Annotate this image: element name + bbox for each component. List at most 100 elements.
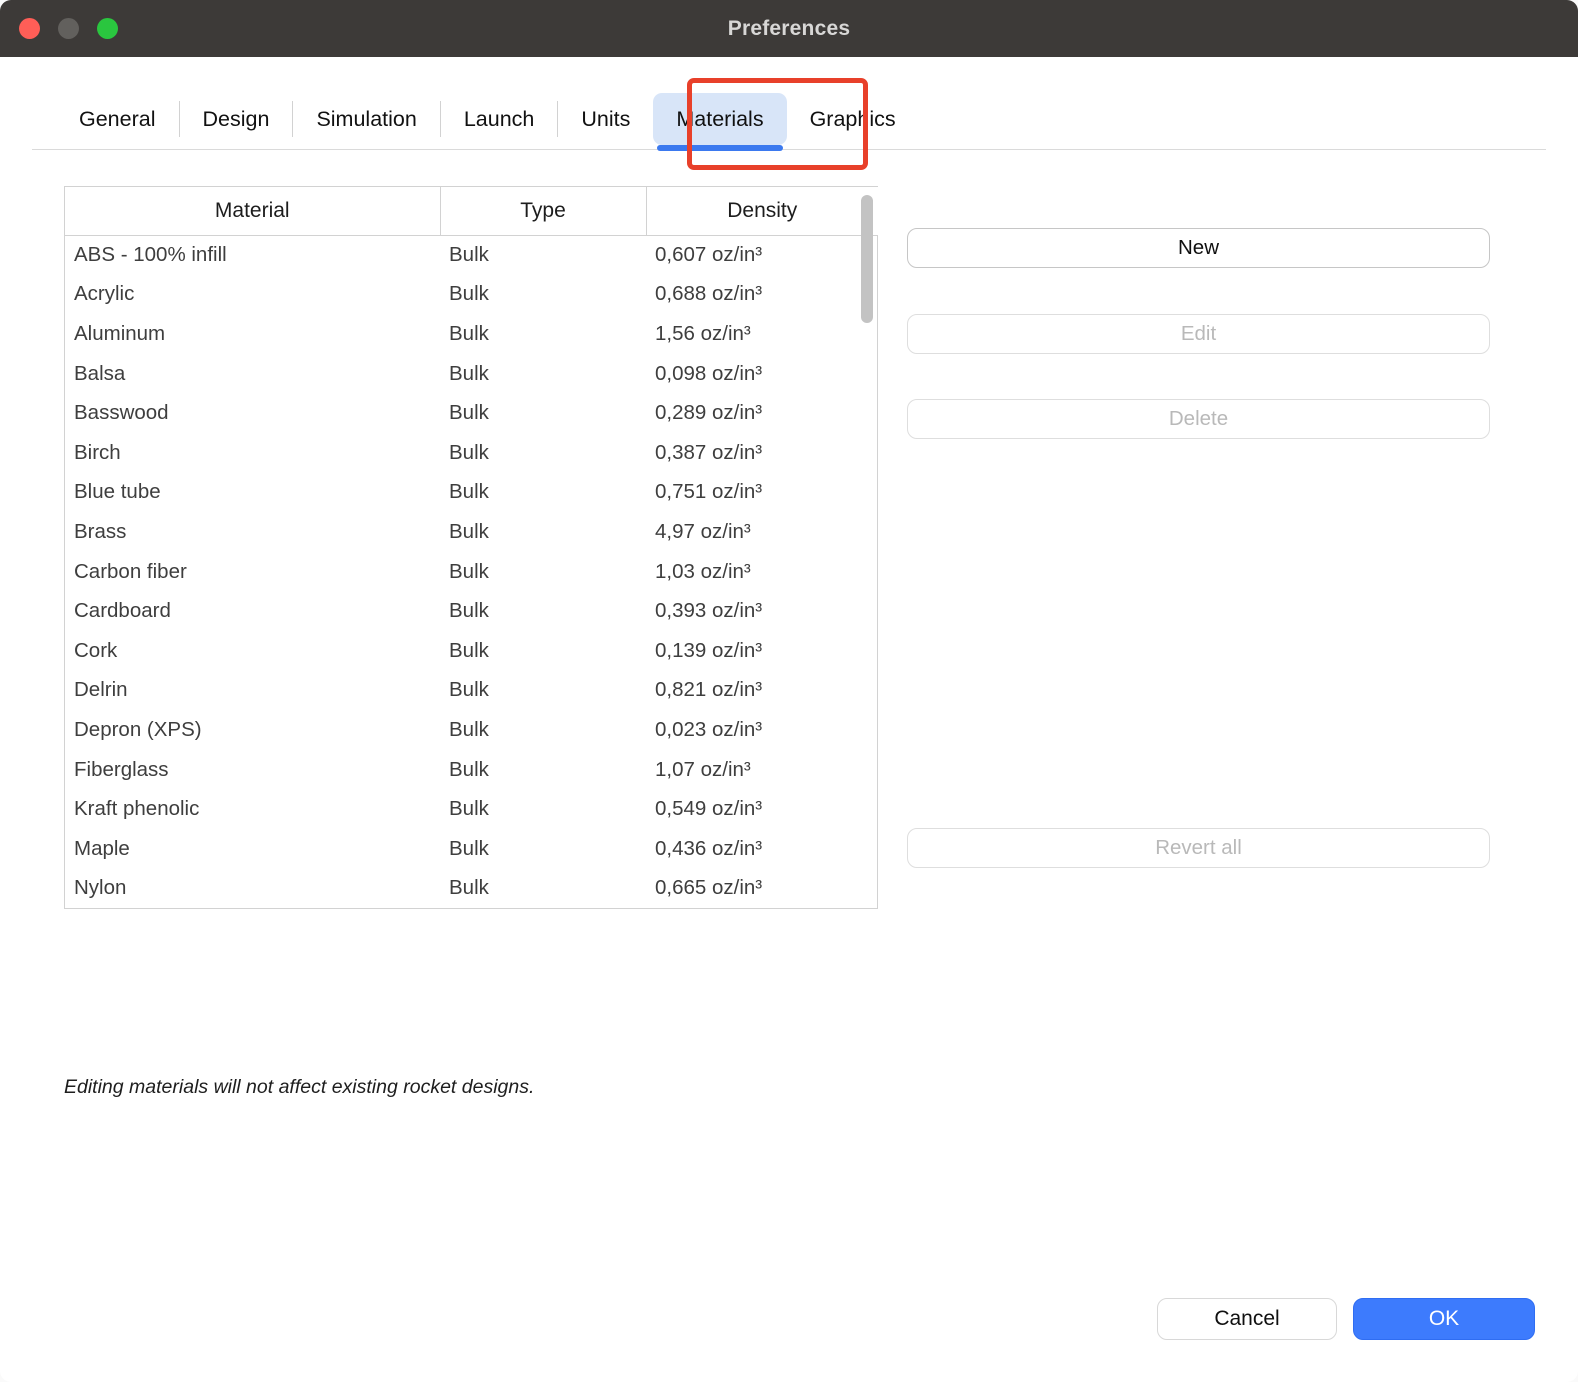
material-cell: Balsa [65,354,440,394]
table-row[interactable]: MapleBulk0,436 oz/in³ [65,829,878,869]
table-row[interactable]: Kraft phenolicBulk0,549 oz/in³ [65,789,878,829]
table-row[interactable]: ABS - 100% infillBulk0,607 oz/in³ [65,235,878,275]
density-cell: 4,97 oz/in³ [646,512,878,552]
density-cell: 1,07 oz/in³ [646,750,878,790]
column-header-density[interactable]: Density [646,187,878,235]
material-cell: ABS - 100% infill [65,235,440,275]
density-cell: 0,688 oz/in³ [646,275,878,315]
material-cell: Cardboard [65,591,440,631]
type-cell: Bulk [440,275,646,315]
table-row[interactable]: BasswoodBulk0,289 oz/in³ [65,393,878,433]
type-cell: Bulk [440,869,646,909]
table-row[interactable]: BirchBulk0,387 oz/in³ [65,433,878,473]
table-row[interactable]: AcrylicBulk0,688 oz/in³ [65,275,878,315]
density-cell: 0,289 oz/in³ [646,393,878,433]
type-cell: Bulk [440,512,646,552]
materials-table: Material Type Density ABS - 100% infillB… [64,186,878,909]
table-row[interactable]: NylonBulk0,665 oz/in³ [65,869,878,909]
density-cell: 0,751 oz/in³ [646,473,878,513]
material-cell: Blue tube [65,473,440,513]
ok-button[interactable]: OK [1353,1298,1535,1340]
table-scrollbar[interactable] [861,195,873,323]
type-cell: Bulk [440,829,646,869]
table-row[interactable]: CorkBulk0,139 oz/in³ [65,631,878,671]
density-cell: 0,436 oz/in³ [646,829,878,869]
material-cell: Fiberglass [65,750,440,790]
density-cell: 0,139 oz/in³ [646,631,878,671]
cancel-button[interactable]: Cancel [1157,1298,1337,1340]
table-row[interactable]: DelrinBulk0,821 oz/in³ [65,671,878,711]
type-cell: Bulk [440,631,646,671]
materials-table-body: ABS - 100% infillBulk0,607 oz/in³Acrylic… [65,235,878,908]
minimize-window-button[interactable] [58,18,79,39]
selected-tab-underline [657,145,782,151]
revert-all-button[interactable]: Revert all [907,828,1490,868]
density-cell: 0,607 oz/in³ [646,235,878,275]
table-header-row: Material Type Density [65,187,878,235]
title-bar: Preferences [0,0,1578,57]
tab-launch[interactable]: Launch [441,93,558,145]
type-cell: Bulk [440,393,646,433]
zoom-window-button[interactable] [97,18,118,39]
preferences-window: Preferences General Design Simulation La… [0,0,1578,1382]
tab-graphics[interactable]: Graphics [787,93,919,145]
type-cell: Bulk [440,473,646,513]
type-cell: Bulk [440,235,646,275]
table-row[interactable]: BalsaBulk0,098 oz/in³ [65,354,878,394]
column-header-material[interactable]: Material [65,187,440,235]
materials-note: Editing materials will not affect existi… [64,1076,534,1099]
close-window-button[interactable] [19,18,40,39]
tab-design[interactable]: Design [180,93,293,145]
type-cell: Bulk [440,750,646,790]
window-title: Preferences [728,17,850,41]
material-cell: Nylon [65,869,440,909]
density-cell: 0,098 oz/in³ [646,354,878,394]
material-cell: Delrin [65,671,440,711]
table-row[interactable]: BrassBulk4,97 oz/in³ [65,512,878,552]
column-header-type[interactable]: Type [440,187,646,235]
type-cell: Bulk [440,671,646,711]
tab-units[interactable]: Units [558,93,653,145]
material-cell: Kraft phenolic [65,789,440,829]
type-cell: Bulk [440,552,646,592]
traffic-lights [19,18,118,39]
material-cell: Acrylic [65,275,440,315]
table-row[interactable]: Depron (XPS)Bulk0,023 oz/in³ [65,710,878,750]
type-cell: Bulk [440,433,646,473]
material-cell: Brass [65,512,440,552]
density-cell: 1,03 oz/in³ [646,552,878,592]
type-cell: Bulk [440,591,646,631]
table-row[interactable]: Carbon fiberBulk1,03 oz/in³ [65,552,878,592]
material-cell: Carbon fiber [65,552,440,592]
material-cell: Depron (XPS) [65,710,440,750]
type-cell: Bulk [440,710,646,750]
density-cell: 0,387 oz/in³ [646,433,878,473]
table-row[interactable]: FiberglassBulk1,07 oz/in³ [65,750,878,790]
type-cell: Bulk [440,354,646,394]
edit-button[interactable]: Edit [907,314,1490,354]
table-row[interactable]: Blue tubeBulk0,751 oz/in³ [65,473,878,513]
delete-button[interactable]: Delete [907,399,1490,439]
new-button[interactable]: New [907,228,1490,268]
material-cell: Cork [65,631,440,671]
preferences-tabs: General Design Simulation Launch Units M… [56,92,919,146]
density-cell: 1,56 oz/in³ [646,314,878,354]
density-cell: 0,665 oz/in³ [646,869,878,909]
material-cell: Basswood [65,393,440,433]
tab-general[interactable]: General [56,93,179,145]
density-cell: 0,549 oz/in³ [646,789,878,829]
type-cell: Bulk [440,789,646,829]
table-row[interactable]: AluminumBulk1,56 oz/in³ [65,314,878,354]
density-cell: 0,393 oz/in³ [646,591,878,631]
tabs-bottom-rule [32,149,1546,150]
table-row[interactable]: CardboardBulk0,393 oz/in³ [65,591,878,631]
tab-materials-label: Materials [676,107,763,132]
material-cell: Maple [65,829,440,869]
material-cell: Birch [65,433,440,473]
tab-materials[interactable]: Materials [653,93,786,145]
tab-simulation[interactable]: Simulation [293,93,439,145]
material-cell: Aluminum [65,314,440,354]
density-cell: 0,023 oz/in³ [646,710,878,750]
density-cell: 0,821 oz/in³ [646,671,878,711]
type-cell: Bulk [440,314,646,354]
